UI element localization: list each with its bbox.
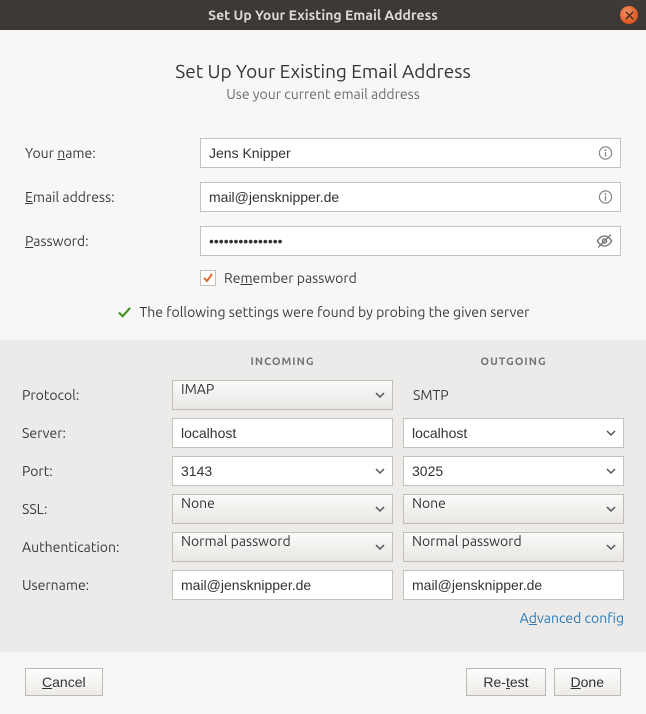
eye-off-icon[interactable] [596,233,613,250]
name-label: Your name: [25,145,200,161]
incoming-header: Incoming [172,356,393,372]
protocol-label: Protocol: [22,387,162,403]
info-icon [598,146,613,161]
username-out-input[interactable] [403,570,624,600]
check-icon [117,305,132,320]
port-label: Port: [22,463,162,479]
email-input[interactable] [200,182,621,212]
remember-label: Remember password [224,270,357,286]
server-label: Server: [22,425,162,441]
password-input[interactable] [200,226,621,256]
server-settings: Incoming Outgoing Protocol: IMAP SMTP Se… [0,340,646,656]
cancel-button[interactable]: Cancel [25,668,103,696]
titlebar: Set Up Your Existing Email Address [0,0,646,30]
remember-checkbox[interactable] [200,270,216,286]
status-text: The following settings were found by pro… [140,304,530,320]
port-out-input[interactable] [403,456,624,486]
auth-in-select[interactable]: Normal password [172,532,393,562]
done-button[interactable]: Done [554,668,621,696]
window-title: Set Up Your Existing Email Address [208,7,438,23]
close-icon [625,11,634,20]
ssl-label: SSL: [22,501,162,517]
page-subtitle: Use your current email address [25,86,621,102]
retest-button[interactable]: Re-test [466,668,545,696]
name-input[interactable] [200,138,621,168]
ssl-out-select[interactable]: None [403,494,624,524]
close-button[interactable] [620,6,638,24]
email-label: Email address: [25,189,200,205]
password-label: Password: [25,233,200,249]
outgoing-header: Outgoing [403,356,624,372]
auth-out-select[interactable]: Normal password [403,532,624,562]
auth-label: Authentication: [22,539,162,555]
server-out-input[interactable] [403,418,624,448]
server-in-input[interactable] [172,418,393,448]
protocol-out: SMTP [403,380,624,410]
advanced-config-link[interactable]: Advanced config [520,610,624,626]
port-in-input[interactable] [172,456,393,486]
username-in-input[interactable] [172,570,393,600]
ssl-in-select[interactable]: None [172,494,393,524]
page-title: Set Up Your Existing Email Address [25,60,621,82]
protocol-in-select[interactable]: IMAP [172,380,393,410]
username-label: Username: [22,577,162,593]
footer: Cancel Re-test Done [0,652,646,714]
info-icon [598,190,613,205]
